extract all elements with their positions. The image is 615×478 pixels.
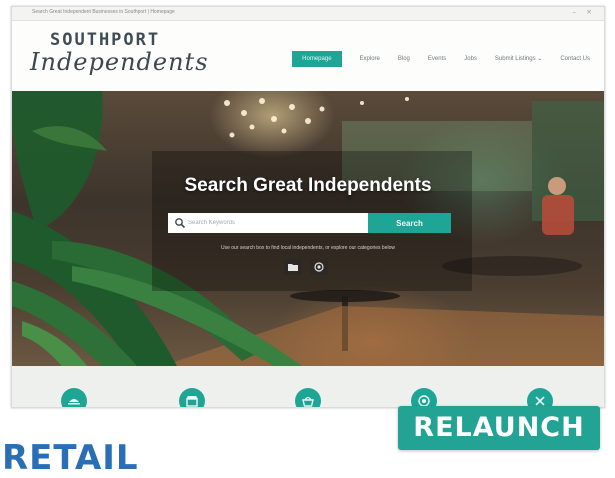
logo-line-southport: SOUTHPORT xyxy=(50,30,161,50)
logo-line-independents: Independents xyxy=(30,48,209,76)
category-basket[interactable] xyxy=(295,388,321,407)
nav-item-contact-us[interactable]: Contact Us xyxy=(560,52,590,66)
nav-item-explore[interactable]: Explore xyxy=(360,52,380,66)
minimize-button[interactable]: – xyxy=(573,8,577,16)
search-input-wrapper xyxy=(168,213,368,233)
window-title: Search Great Independent Businesses in S… xyxy=(32,9,175,15)
browse-categories-button[interactable] xyxy=(284,259,302,275)
site-logo[interactable]: SOUTHPORT Independents xyxy=(30,31,209,75)
category-tools[interactable] xyxy=(527,388,553,407)
folder-icon xyxy=(288,264,298,271)
site-header: SOUTHPORT Independents Homepage Explore … xyxy=(12,21,604,91)
hero-action-buttons xyxy=(284,259,336,275)
category-strip xyxy=(12,366,604,407)
shop-icon xyxy=(186,396,198,407)
nav-item-homepage[interactable]: Homepage xyxy=(292,51,342,67)
target-icon xyxy=(314,262,324,272)
category-shop[interactable] xyxy=(179,388,205,407)
relaunch-label: RELAUNCH xyxy=(413,412,585,443)
browser-window: Search Great Independent Businesses in S… xyxy=(11,6,605,408)
search-button[interactable]: Search xyxy=(368,213,451,233)
hero-section: Search Great Independents Search Use our… xyxy=(12,91,604,366)
near-me-button[interactable] xyxy=(310,259,328,275)
search-icon xyxy=(175,218,186,229)
relaunch-badge: RELAUNCH xyxy=(398,406,600,450)
nav-item-submit-listings[interactable]: Submit Listings ⌄ xyxy=(495,52,542,66)
retail-heading: RETAIL xyxy=(2,438,139,478)
close-button[interactable]: × xyxy=(586,8,592,16)
nav-item-jobs[interactable]: Jobs xyxy=(464,52,477,66)
search-input[interactable] xyxy=(188,213,363,233)
window-titlebar: Search Great Independent Businesses in S… xyxy=(12,7,604,21)
hero-search-bar: Search xyxy=(168,213,451,233)
nav-item-events[interactable]: Events xyxy=(428,52,446,66)
category-food[interactable] xyxy=(61,388,87,407)
nav-item-blog[interactable]: Blog xyxy=(398,52,410,66)
hero-subtext: Use our search box to find local indepen… xyxy=(221,245,395,251)
category-health[interactable] xyxy=(411,388,437,407)
basket-icon xyxy=(302,396,314,407)
hero-title: Search Great Independents xyxy=(184,175,432,196)
food-icon xyxy=(68,399,80,405)
main-nav: Homepage Explore Blog Events Jobs Submit… xyxy=(292,51,590,67)
